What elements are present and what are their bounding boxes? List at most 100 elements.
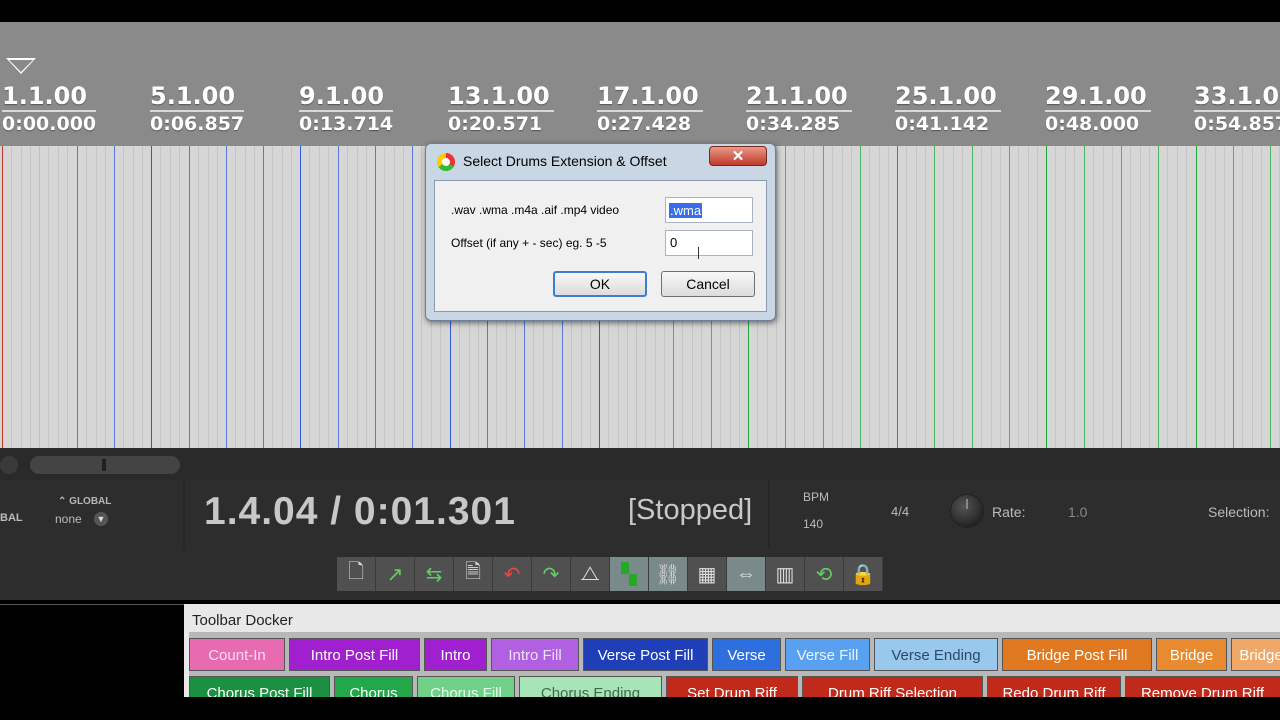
grid-line-minor bbox=[1224, 146, 1225, 448]
open-project-icon[interactable]: ↗ bbox=[376, 557, 415, 591]
grid-line bbox=[39, 146, 40, 448]
docker-pad-button[interactable]: Drum Riff Selection bbox=[802, 676, 983, 698]
ok-button[interactable]: OK bbox=[553, 271, 647, 297]
grid-line-minor bbox=[11, 146, 12, 448]
offset-input[interactable]: 0 bbox=[665, 230, 753, 256]
rate-knob[interactable] bbox=[950, 494, 984, 528]
ruler-mark: 1.1.00 0:00.000 bbox=[2, 82, 97, 135]
grid-line-minor bbox=[832, 146, 833, 448]
grid-line-minor bbox=[291, 146, 292, 448]
rate-label: Rate: bbox=[992, 504, 1026, 520]
docker-pad-button[interactable]: Set Drum Riff bbox=[666, 676, 798, 698]
grid-snap-icon[interactable]: ▚ bbox=[610, 557, 649, 591]
offset-label: Offset (if any + - sec) eg. 5 -5 bbox=[451, 236, 607, 250]
grid-line-minor bbox=[991, 146, 992, 448]
grid-line-minor bbox=[394, 146, 395, 448]
bal-label: BAL bbox=[0, 512, 23, 524]
docker-pad-button[interactable]: Chorus Post Fill bbox=[189, 676, 330, 698]
grid-line-minor bbox=[421, 146, 422, 448]
grid-line-minor bbox=[1252, 146, 1253, 448]
project-info-icon[interactable]: 🗎 bbox=[454, 557, 493, 591]
docker-pad-button[interactable]: Remove Drum Riff bbox=[1125, 676, 1280, 698]
docker-pad-button[interactable]: Bridge Post Fill bbox=[1002, 638, 1152, 671]
grid-line bbox=[300, 146, 301, 448]
grid-line-minor bbox=[1065, 146, 1066, 448]
bpm-value[interactable]: 140 bbox=[803, 517, 823, 531]
extension-value: .wma bbox=[669, 203, 703, 218]
grid-line bbox=[972, 146, 973, 448]
grid-line bbox=[189, 146, 190, 448]
close-button[interactable]: ✕ bbox=[709, 146, 767, 166]
docker-pad-button[interactable]: Verse Ending bbox=[874, 638, 998, 671]
timeline-ruler[interactable]: 1.1.00 0:00.000 5.1.00 0:06.857 9.1.00 0:13… bbox=[0, 22, 1280, 146]
grid-line bbox=[1196, 146, 1197, 448]
grid-line-minor bbox=[347, 146, 348, 448]
play-status: [Stopped] bbox=[628, 494, 753, 526]
grid-lines-icon[interactable]: ▥ bbox=[766, 557, 805, 591]
grid-select-icon[interactable]: ▦ bbox=[688, 557, 727, 591]
ruler-mark: 9.1.00 0:13.714 bbox=[299, 82, 394, 135]
grid-line-minor bbox=[1112, 146, 1113, 448]
docker-pad-button[interactable]: Verse bbox=[712, 638, 781, 671]
horizontal-scrollbar[interactable] bbox=[30, 456, 180, 474]
automation-mode-value[interactable]: none bbox=[55, 512, 82, 526]
grid-line bbox=[226, 146, 227, 448]
grid-line-minor bbox=[813, 146, 814, 448]
rate-value[interactable]: 1.0 bbox=[1068, 504, 1087, 520]
grid-line bbox=[897, 146, 898, 448]
ruler-mark: 25.1.00 0:41.142 bbox=[895, 82, 1001, 136]
grid-line-minor bbox=[925, 146, 926, 448]
link-icon[interactable]: ⛓ bbox=[649, 557, 688, 591]
docker-pad-button[interactable]: Chorus Fill bbox=[417, 676, 515, 698]
docker-pad-button[interactable]: Count-In bbox=[189, 638, 285, 671]
playhead-marker-icon[interactable] bbox=[6, 58, 36, 74]
docker-pad-button[interactable]: Intro Fill bbox=[491, 638, 579, 671]
ripple-edit-icon[interactable]: ⇔ bbox=[727, 557, 766, 591]
metronome-icon[interactable]: ⧍ bbox=[571, 557, 610, 591]
screen-bottom-edge bbox=[0, 697, 1280, 720]
docker-pad-button[interactable]: Verse Fill bbox=[785, 638, 870, 671]
cancel-button[interactable]: Cancel bbox=[661, 271, 755, 297]
grid-line-minor bbox=[1242, 146, 1243, 448]
grid-line bbox=[934, 146, 935, 448]
divider bbox=[183, 480, 185, 548]
grid-line-minor bbox=[1103, 146, 1104, 448]
toolbar-docker: Toolbar Docker Count-In Intro Post Fill In… bbox=[184, 604, 1280, 698]
redo-icon[interactable]: ↷ bbox=[532, 557, 571, 591]
save-project-icon[interactable]: ⇆ bbox=[415, 557, 454, 591]
extension-input[interactable]: .wma bbox=[665, 197, 753, 223]
grid-line-minor bbox=[851, 146, 852, 448]
grid-line bbox=[1158, 146, 1159, 448]
grid-line-minor bbox=[309, 146, 310, 448]
scrollbar-thumb[interactable] bbox=[102, 459, 106, 471]
new-project-icon[interactable]: 🗋 bbox=[337, 557, 376, 591]
grid-line-minor bbox=[48, 146, 49, 448]
grid-line-minor bbox=[1140, 146, 1141, 448]
undo-icon[interactable]: ↶ bbox=[493, 557, 532, 591]
chevron-down-icon[interactable]: ▼ bbox=[94, 512, 108, 526]
bpm-label: BPM bbox=[803, 490, 830, 504]
grid-line-minor bbox=[962, 146, 963, 448]
grid-line-minor bbox=[1028, 146, 1029, 448]
ruler-mark: 17.1.00 0:27.428 bbox=[597, 82, 703, 136]
docker-pad-button[interactable]: Bridge bbox=[1231, 638, 1280, 671]
loop-icon[interactable]: ⟲ bbox=[805, 557, 844, 591]
lock-icon[interactable]: 🔒 bbox=[844, 557, 883, 591]
docker-pad-button[interactable]: Verse Post Fill bbox=[583, 638, 708, 671]
time-signature[interactable]: 4/4 bbox=[891, 504, 909, 519]
docker-pad-button[interactable]: Bridge bbox=[1156, 638, 1227, 671]
docker-pad-button[interactable]: Intro Post Fill bbox=[289, 638, 420, 671]
grid-line bbox=[151, 146, 152, 448]
grid-line bbox=[114, 146, 115, 448]
grid-line-minor bbox=[282, 146, 283, 448]
docker-pad-button[interactable]: Redo Drum Riff bbox=[987, 676, 1121, 698]
docker-pad-button[interactable]: Chorus bbox=[334, 676, 413, 698]
grid-line-minor bbox=[133, 146, 134, 448]
scroll-left-icon[interactable] bbox=[0, 456, 18, 474]
docker-pad-button[interactable]: Chorus Ending bbox=[519, 676, 662, 698]
docker-pad-button[interactable]: Intro bbox=[424, 638, 487, 671]
grid-line-minor bbox=[366, 146, 367, 448]
grid-line-minor bbox=[888, 146, 889, 448]
grid-line-minor bbox=[1177, 146, 1178, 448]
grid-line-minor bbox=[906, 146, 907, 448]
